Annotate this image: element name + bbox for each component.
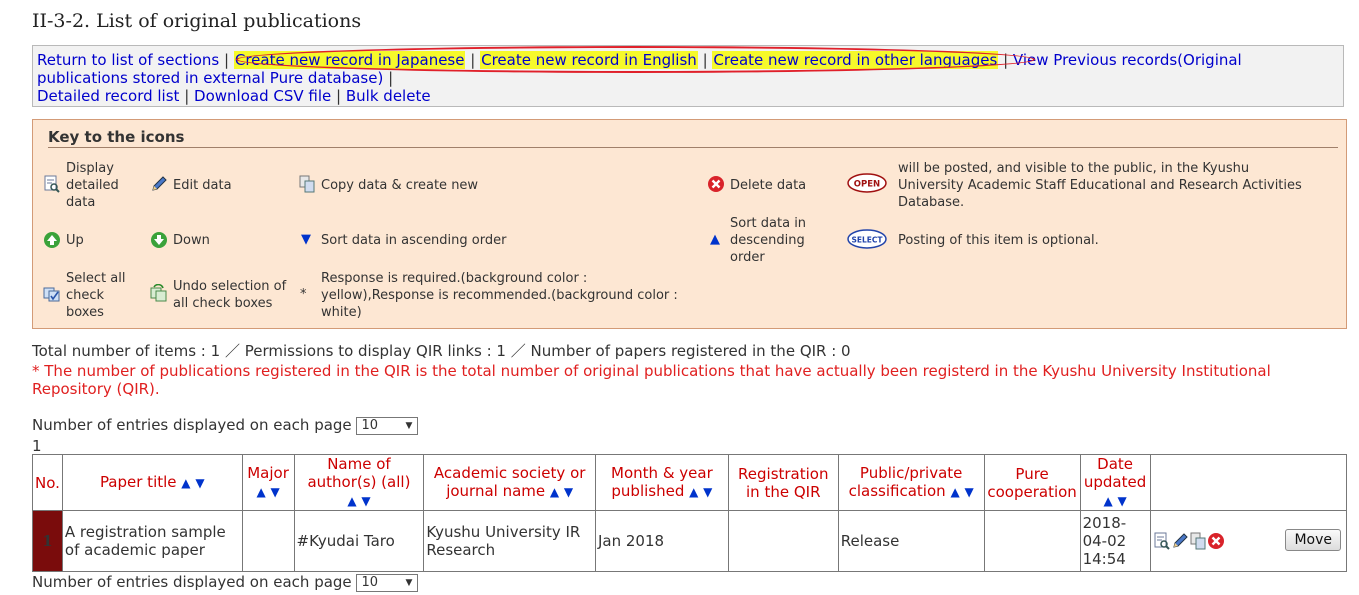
sort-ascending-icon: ▼ [301,232,311,247]
per-page-control-top: Number of entries displayed on each page… [32,416,419,435]
per-page-select-bottom[interactable]: 10 ▼ [356,573,419,592]
display-detail-icon [44,175,60,193]
icon-key-title: Key to the icons [48,128,1338,148]
pencil-icon[interactable] [1171,532,1189,550]
move-button[interactable]: Move [1285,529,1341,551]
cell-authors: #Kyudai Taro [293,510,425,572]
totals-summary: Total number of items : 1 ／ Permissions … [32,342,851,360]
dropdown-arrow-icon: ▼ [405,420,413,431]
nav-links-box: Return to list of sections | Create new … [32,45,1344,107]
cell-paper-title: A registration sample of academic paper [61,510,243,572]
cell-month-year: Jan 2018 [595,510,729,572]
view-previous-records-link-cont[interactable]: publications stored in external Pure dat… [37,69,383,87]
sort-asc-icon[interactable]: ▲ [550,485,559,499]
select-all-icon [43,287,60,302]
col-header-paper-title: Paper title ▲ ▼ [61,454,243,511]
qir-note: * The number of publications registered … [32,362,1271,398]
col-header-qir: Registration in the QIR [727,454,839,511]
create-japanese-link[interactable]: Create new record in Japanese [233,51,466,69]
detailed-record-list-link[interactable]: Detailed record list [37,87,179,105]
return-to-sections-link[interactable]: Return to list of sections [37,51,219,69]
col-header-actions [1149,454,1348,511]
sort-asc-icon[interactable]: ▲ [256,485,265,499]
undo-selection-icon [150,284,167,302]
publications-table: No. Paper title ▲ ▼ Major ▲ ▼ Name of auth… [32,454,1348,572]
sort-descending-icon: ▲ [710,232,720,247]
cell-qir [727,510,839,572]
open-badge-icon: OPEN [847,173,887,193]
col-header-public-private: Public/private classification ▲ ▼ [837,454,985,511]
copy-icon[interactable] [1189,532,1207,550]
cell-major [241,510,295,572]
col-header-authors: Name of author(s) (all) ▲ ▼ [293,454,425,511]
col-header-major: Major ▲ ▼ [241,454,295,511]
copy-icon [299,175,315,193]
table-row: 1 A registration sample of academic paper… [32,510,1348,572]
asterisk-marker: * [300,287,307,302]
page-title: II-3-2. List of original publications [32,10,362,32]
cell-pure [983,510,1081,572]
delete-icon [708,176,724,192]
create-english-link[interactable]: Create new record in English [480,51,698,69]
sort-asc-icon[interactable]: ▲ [181,476,190,490]
cell-actions: Move [1149,510,1348,572]
pencil-icon [152,176,167,191]
sort-desc-icon[interactable]: ▼ [270,485,279,499]
col-header-pure: Pure cooperation [983,454,1081,511]
dropdown-arrow-icon: ▼ [405,577,413,588]
per-page-select-top[interactable]: 10 ▼ [356,416,419,435]
svg-text:SELECT: SELECT [851,236,883,245]
sort-asc-icon[interactable]: ▲ [347,494,356,508]
cell-journal: Kyushu University IR Research [423,510,596,572]
delete-icon[interactable] [1207,532,1225,550]
row-number: 1 [32,510,63,572]
sort-asc-icon[interactable]: ▲ [950,485,959,499]
bulk-delete-link[interactable]: Bulk delete [346,87,431,105]
col-header-journal: Academic society or journal name ▲ ▼ [423,454,596,511]
sort-asc-icon[interactable]: ▲ [1103,494,1112,508]
sort-desc-icon[interactable]: ▼ [1117,494,1126,508]
sort-desc-icon[interactable]: ▼ [564,485,573,499]
up-arrow-icon [44,232,60,248]
create-other-languages-link[interactable]: Create new record in other languages [712,51,999,69]
sort-desc-icon[interactable]: ▼ [703,485,712,499]
view-previous-records-link[interactable]: View Previous records(Original [1013,51,1242,69]
download-csv-link[interactable]: Download CSV file [194,87,331,105]
sort-asc-icon[interactable]: ▲ [689,485,698,499]
sort-desc-icon[interactable]: ▼ [195,476,204,490]
sort-desc-icon[interactable]: ▼ [361,494,370,508]
per-page-control-bottom: Number of entries displayed on each page… [32,573,419,592]
col-header-no: No. [32,454,63,511]
down-arrow-icon [151,232,167,248]
col-header-month-year: Month & year published ▲ ▼ [595,454,729,511]
select-badge-icon: SELECT [847,229,887,249]
cell-date-updated: 2018- 04-02 14:54 [1079,510,1151,572]
icon-key-panel: Key to the icons Display detailed data Edi… [32,119,1347,329]
sort-desc-icon[interactable]: ▼ [964,485,973,499]
cell-public-private: Release [837,510,985,572]
page-number[interactable]: 1 [32,437,42,455]
svg-text:OPEN: OPEN [854,180,880,190]
col-header-date-updated: Date updated ▲ ▼ [1079,454,1151,511]
display-detail-icon[interactable] [1153,532,1171,550]
